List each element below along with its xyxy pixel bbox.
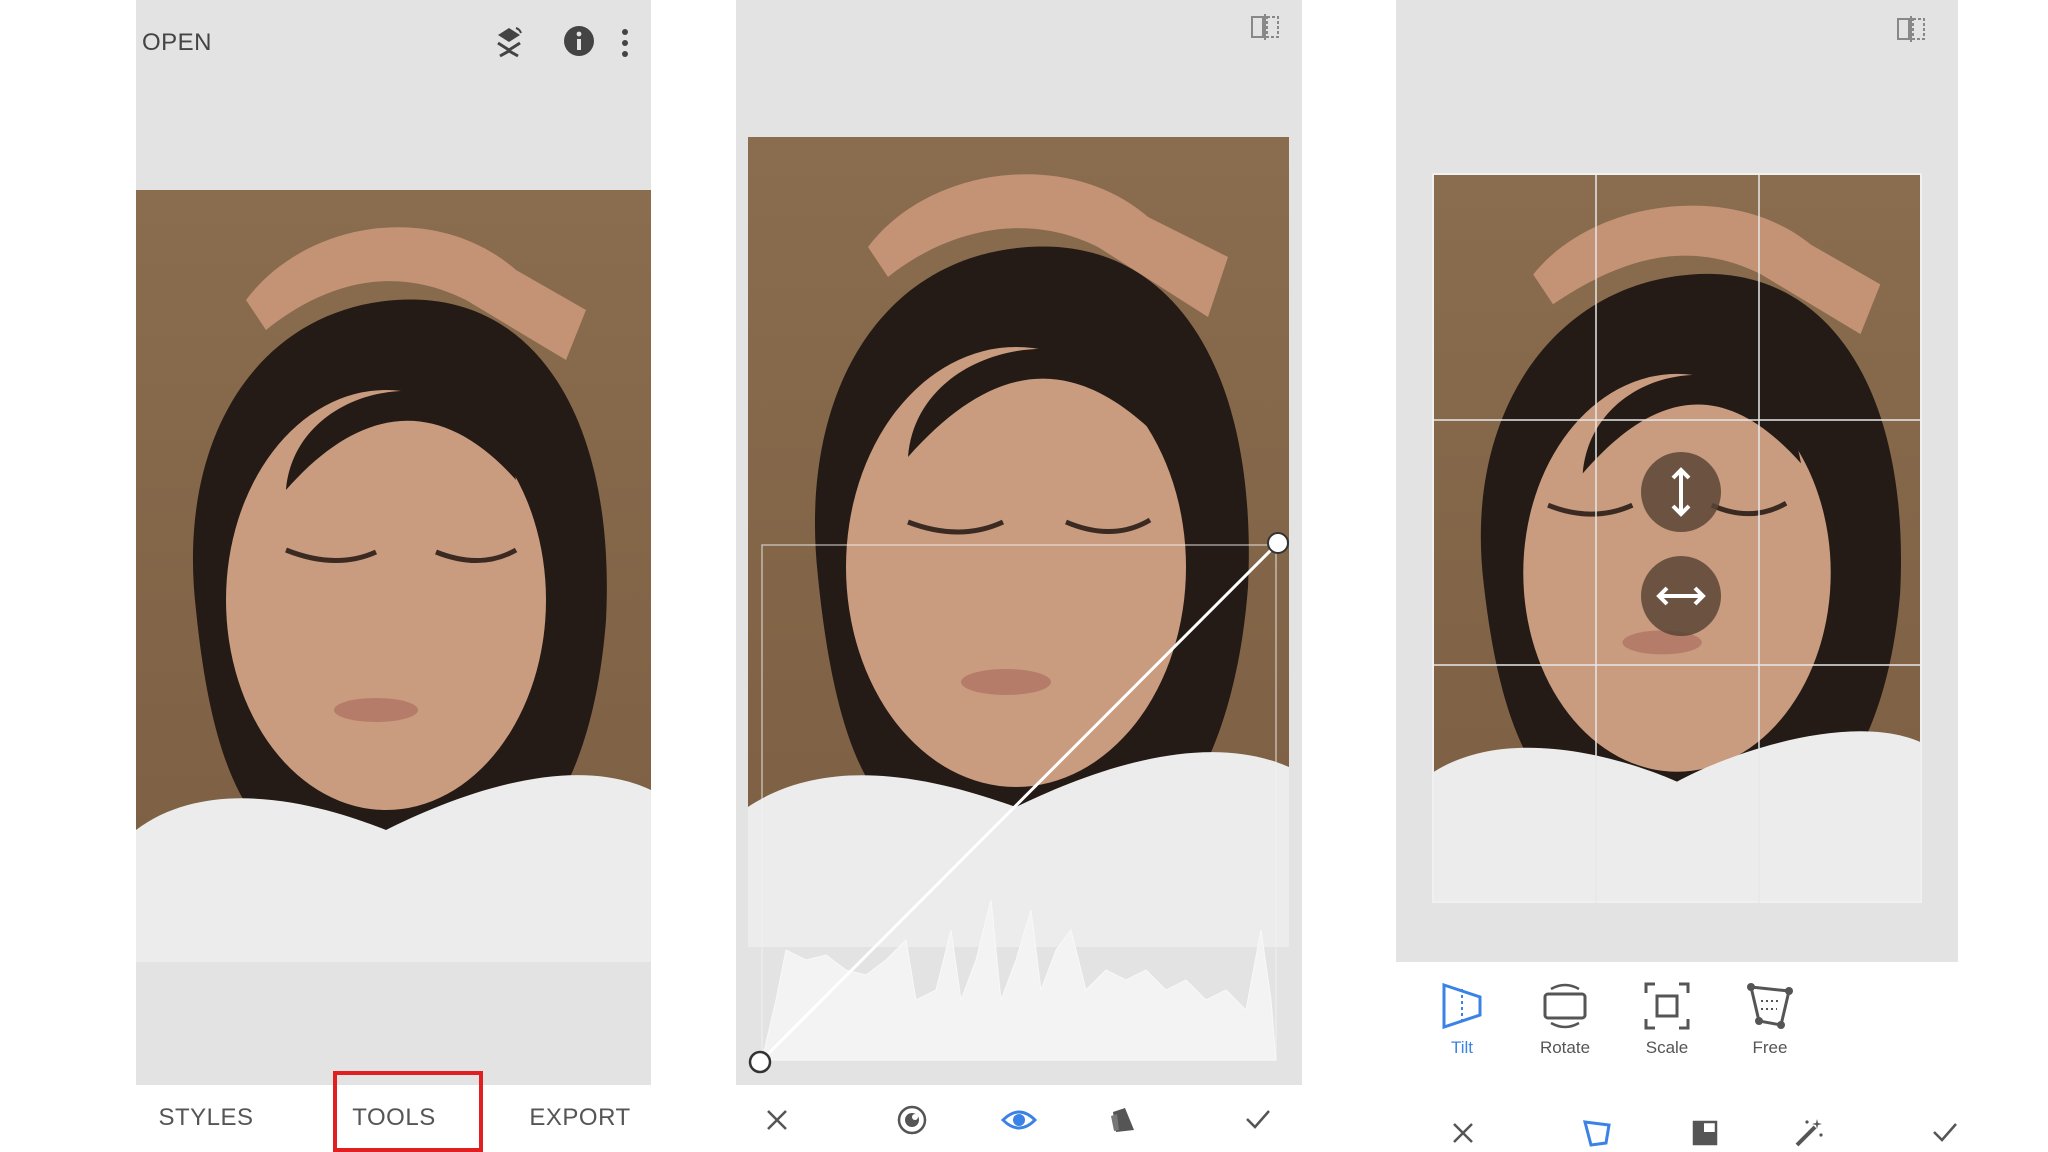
tools-highlight-box <box>333 1071 483 1152</box>
check-icon[interactable] <box>1932 1122 1958 1142</box>
main-screen-panel: OPEN STYLES TOOLS EXPORT <box>136 0 651 1085</box>
free-mode-label[interactable]: Free <box>1753 1038 1788 1058</box>
fill-background-icon[interactable] <box>1692 1120 1718 1146</box>
curve-white-point-handle <box>1268 533 1288 553</box>
info-icon[interactable] <box>563 25 595 57</box>
check-icon[interactable] <box>1245 1109 1271 1129</box>
perspective-panel <box>1396 0 1958 962</box>
scale-mode-icon[interactable] <box>1643 981 1691 1031</box>
rotate-mode-icon[interactable] <box>1541 981 1589 1031</box>
more-options-icon[interactable] <box>620 28 630 58</box>
vertical-tilt-handle-icon[interactable] <box>1641 452 1721 532</box>
tilt-mode-label[interactable]: Tilt <box>1451 1038 1473 1058</box>
perspective-tool-icon[interactable] <box>1582 1119 1612 1147</box>
curve-black-point-handle <box>750 1052 770 1072</box>
eye-icon[interactable] <box>1001 1108 1037 1132</box>
close-icon[interactable] <box>1452 1122 1474 1144</box>
curves-panel <box>736 0 1302 1085</box>
scale-mode-label[interactable]: Scale <box>1646 1038 1689 1058</box>
photo-preview <box>136 190 651 962</box>
style-picker-icon[interactable] <box>897 1105 927 1135</box>
open-button[interactable]: OPEN <box>142 29 212 57</box>
horizontal-tilt-handle-icon[interactable] <box>1641 556 1721 636</box>
auto-fill-magic-icon[interactable] <box>1793 1117 1825 1149</box>
rotate-mode-label[interactable]: Rotate <box>1540 1038 1590 1058</box>
free-mode-icon[interactable] <box>1745 981 1795 1031</box>
layers-history-icon[interactable] <box>494 26 524 60</box>
tilt-mode-icon[interactable] <box>1438 981 1486 1031</box>
tab-styles-label[interactable]: STYLES <box>158 1104 253 1132</box>
curves-graph[interactable] <box>736 0 1302 1085</box>
tab-export-label[interactable]: EXPORT <box>529 1104 630 1132</box>
color-channel-icon[interactable] <box>1108 1104 1138 1134</box>
close-icon[interactable] <box>766 1109 788 1131</box>
